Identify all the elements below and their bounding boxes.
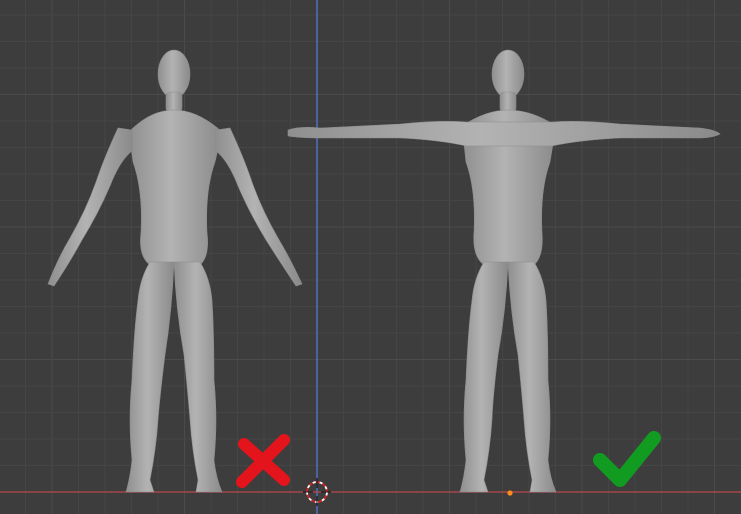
t-pose-head <box>491 49 525 99</box>
t-pose-neck <box>499 91 517 113</box>
a-pose-neck <box>165 91 183 113</box>
3d-viewport[interactable] <box>0 0 741 514</box>
viewport-scene[interactable] <box>0 0 741 514</box>
a-pose-head <box>157 49 191 99</box>
object-origin-point[interactable] <box>507 490 513 496</box>
